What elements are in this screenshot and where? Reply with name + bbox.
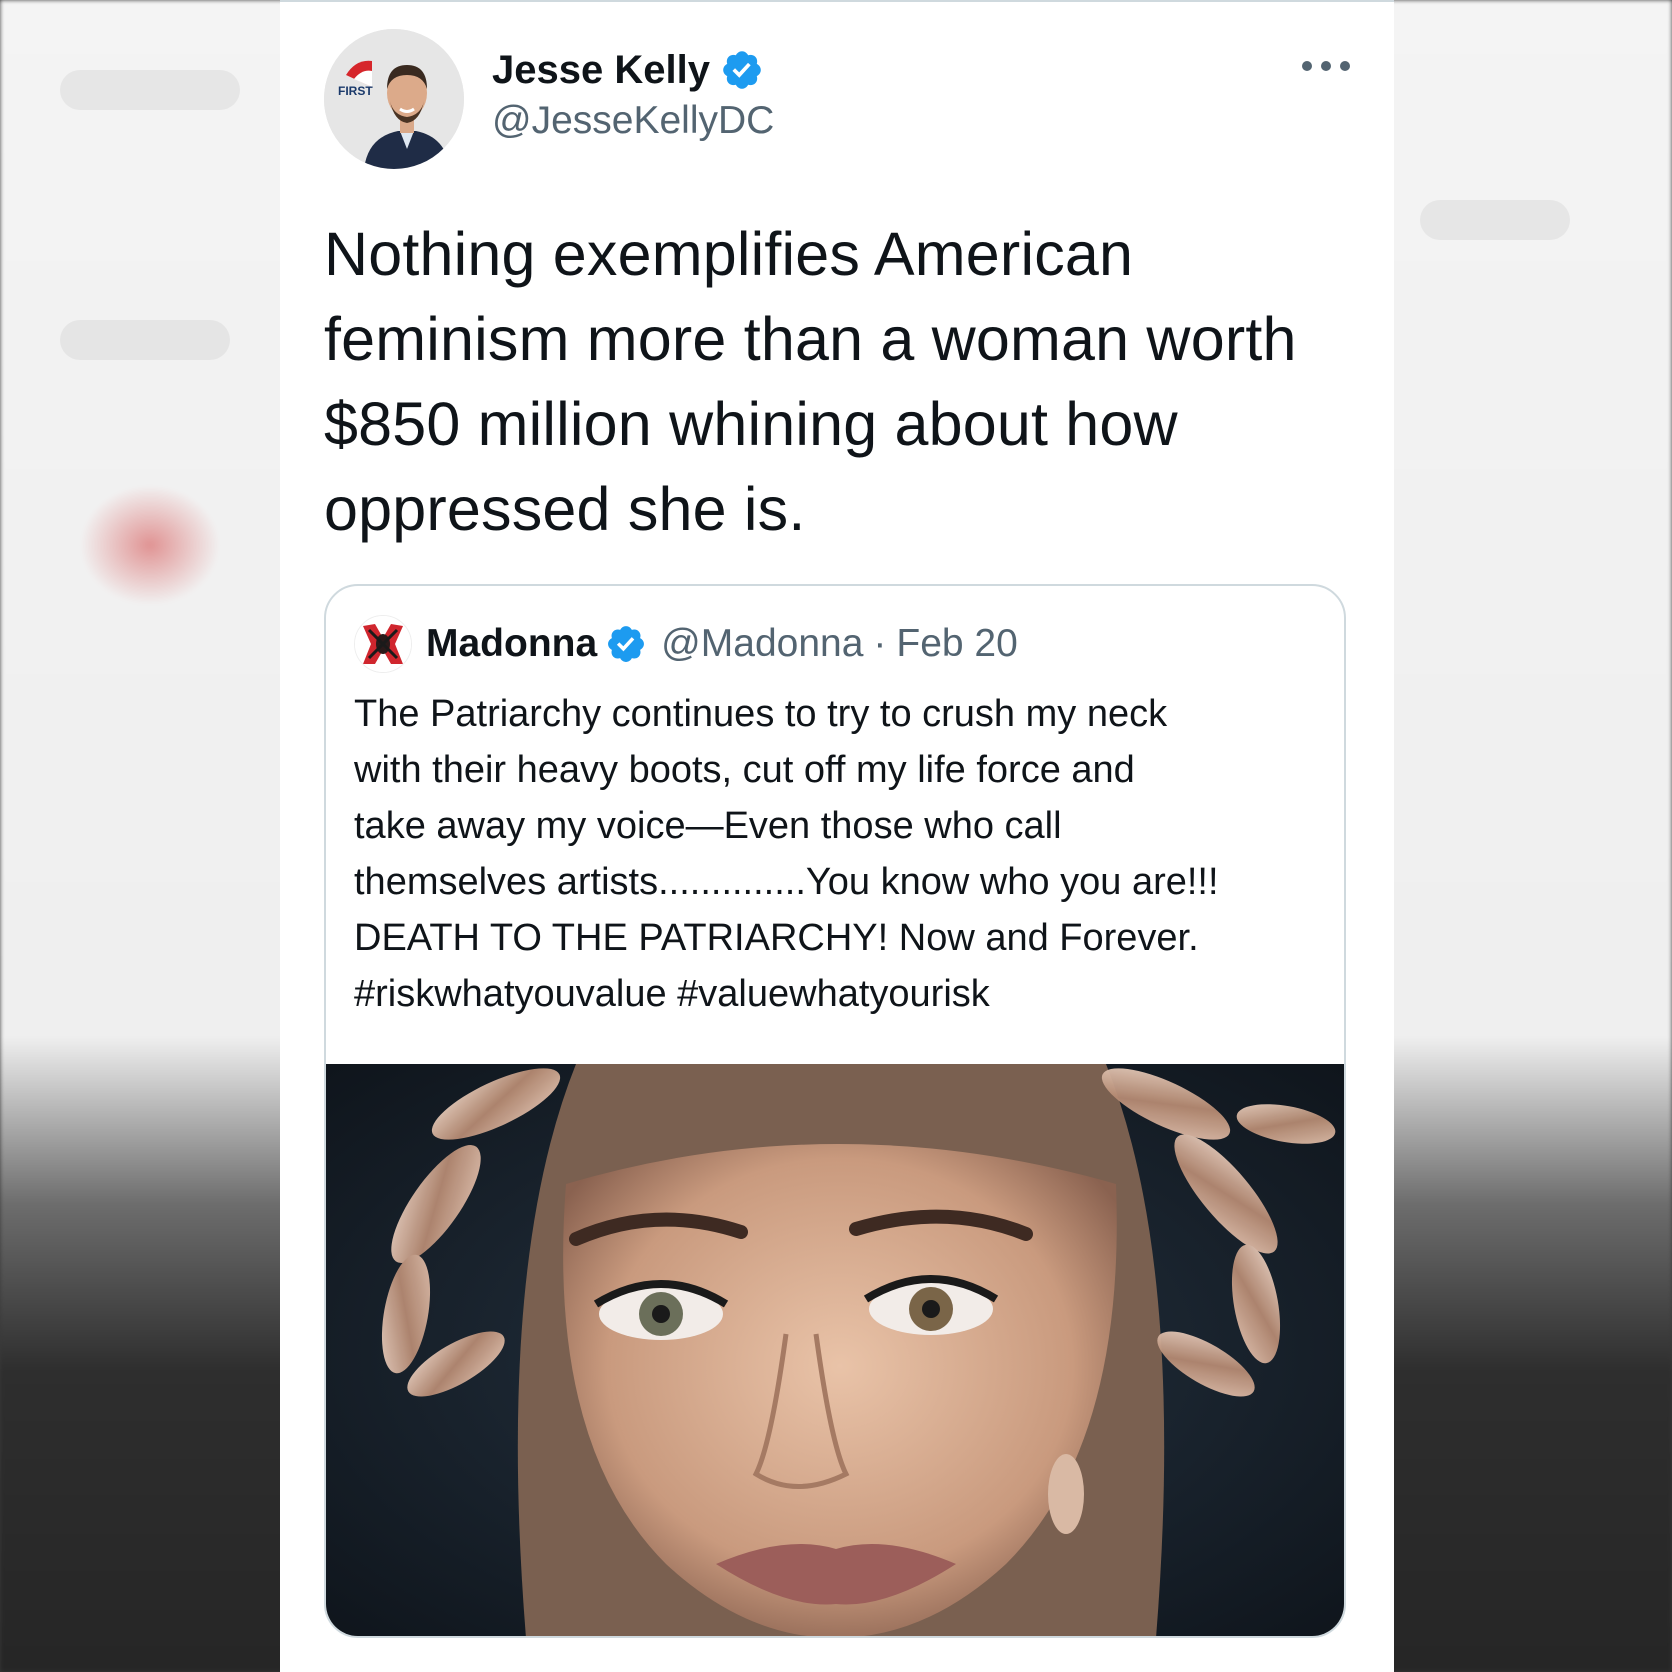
more-dot <box>1321 61 1331 71</box>
quoted-text-hashtags[interactable]: #riskwhatyouvalue #valuewhatyourisk <box>354 966 1334 1022</box>
more-options-icon[interactable] <box>1302 52 1350 80</box>
background-smudge <box>1420 200 1570 240</box>
quoted-text-line: The Patriarchy continues to try to crush… <box>354 693 1168 735</box>
verified-badge-icon <box>608 626 645 662</box>
tweet-text: Nothing exemplifies American feminism mo… <box>324 220 1297 543</box>
author-display-name[interactable]: Jesse Kelly <box>492 48 710 93</box>
more-dot <box>1302 61 1312 71</box>
svg-text:FIRST: FIRST <box>338 84 373 98</box>
quoted-text-line: themselves artists..............You know… <box>354 861 1219 903</box>
quoted-tweet-date[interactable]: Feb 20 <box>896 622 1017 666</box>
madonna-avatar <box>355 616 411 672</box>
author-name-row: Jesse Kelly <box>492 42 764 98</box>
tweet-card[interactable]: FIRST Jesse Kelly @JesseKellyDC Nothing … <box>280 0 1394 1672</box>
quoted-text-line: with their heavy boots, cut off my life … <box>354 749 1135 791</box>
quoted-tweet[interactable]: Madonna @Madonna · Feb 20 The Patriarchy… <box>324 584 1346 1638</box>
quoted-author-handle[interactable]: @Madonna <box>661 622 863 666</box>
more-dot <box>1340 61 1350 71</box>
meta-separator: · <box>873 622 887 665</box>
quoted-tweet-text: The Patriarchy continues to try to crush… <box>354 686 1334 1022</box>
quoted-text-line: DEATH TO THE PATRIARCHY! Now and Forever… <box>354 917 1199 959</box>
profile-photo-avatar: FIRST <box>324 29 464 169</box>
verified-badge-icon <box>723 51 761 89</box>
quoted-author-name[interactable]: Madonna <box>426 622 597 666</box>
quoted-tweet-header: Madonna @Madonna · Feb 20 <box>354 614 1018 674</box>
author-avatar[interactable]: FIRST <box>324 29 464 169</box>
background-smudge <box>60 320 230 360</box>
quoted-tweet-photo[interactable] <box>326 1064 1344 1636</box>
quoted-author-avatar[interactable] <box>354 615 412 673</box>
portrait-photo <box>326 1064 1344 1636</box>
quoted-text-line: take away my voice—Even those who call <box>354 805 1062 847</box>
background-smudge <box>60 70 240 110</box>
author-handle[interactable]: @JesseKellyDC <box>492 99 774 143</box>
